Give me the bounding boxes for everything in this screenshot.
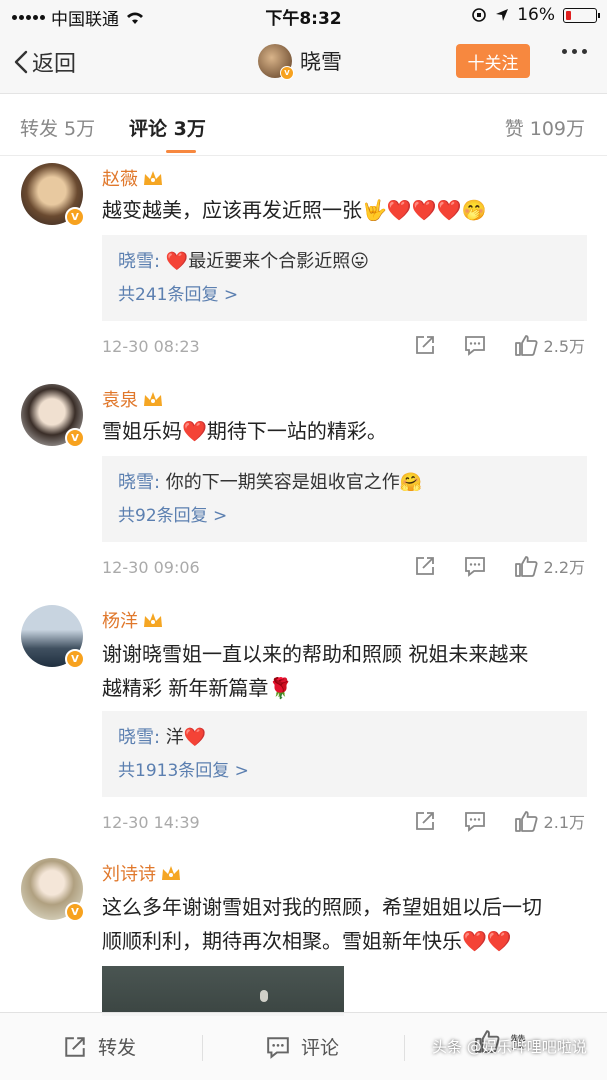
share-icon — [65, 1036, 85, 1057]
comment-icon[interactable] — [464, 555, 486, 577]
back-button[interactable]: 返回 — [14, 46, 76, 78]
comment-icon — [267, 1036, 289, 1059]
like-button[interactable]: 2.2万 — [514, 554, 585, 578]
nav-bar: 返回 V 晓雪 十关注 — [0, 32, 607, 94]
more-options-button[interactable] — [562, 49, 587, 54]
like-button[interactable]: 2.1万 — [514, 809, 585, 833]
like-button[interactable]: 2.5万 — [514, 333, 585, 357]
comment-text-line: 谢谢晓雪姐一直以来的帮助和照顾 祝姐未来越来 — [102, 642, 529, 666]
chevron-left-icon — [14, 50, 28, 74]
thumbs-up-icon — [514, 335, 538, 356]
username-label: 赵薇 — [102, 169, 138, 190]
comment-username[interactable]: 杨洋 — [102, 607, 164, 633]
rotation-lock-icon — [472, 8, 487, 22]
reply-text: 你的下一期笑容是姐收官之作🤗 — [160, 472, 423, 493]
avatar[interactable]: V — [21, 605, 85, 669]
comment-username[interactable]: 赵薇 — [102, 165, 164, 191]
avatar[interactable]: V — [21, 384, 85, 448]
comment-time: 12-30 08:23 — [102, 337, 200, 356]
tab-comment[interactable]: 评论 3万 — [129, 114, 206, 141]
tab-like[interactable]: 赞 109万 — [505, 114, 585, 141]
crown-icon — [162, 866, 180, 880]
like-count: 2.2万 — [543, 558, 585, 577]
like-count: 2.5万 — [543, 337, 585, 356]
share-icon[interactable] — [414, 555, 436, 577]
comment-username[interactable]: 刘诗诗 — [102, 860, 182, 886]
reply-count-link[interactable]: 共92条回复 > — [118, 500, 571, 532]
share-icon[interactable] — [414, 334, 436, 356]
reply-author[interactable]: 晓雪: — [118, 727, 160, 748]
verified-badge-icon: V — [65, 649, 85, 669]
thumbs-up-icon — [514, 811, 538, 832]
crown-icon — [144, 392, 162, 406]
reply-author[interactable]: 晓雪: — [118, 251, 160, 272]
comment-button[interactable]: 评论 — [265, 1033, 339, 1060]
comment-text: 雪姐乐妈❤️期待下一站的精彩。 — [102, 419, 387, 443]
tab-bar: 转发 5万 评论 3万 赞 109万 — [0, 94, 607, 156]
reply-text: ❤️最近要来个合影近照😛 — [160, 251, 369, 272]
comment-label: 评论 — [301, 1037, 340, 1059]
battery-percent: 16% — [517, 5, 555, 25]
repost-button[interactable]: 转发 — [62, 1033, 136, 1060]
active-tab-indicator — [166, 150, 196, 153]
verified-badge-icon: V — [65, 902, 85, 922]
comment-time: 12-30 14:39 — [102, 813, 200, 832]
verified-badge-icon: V — [65, 428, 85, 448]
watermark: 头条 @娱乐哔哩吧啦说 — [432, 1038, 587, 1056]
back-label: 返回 — [32, 52, 77, 77]
reply-text: 洋❤️ — [160, 727, 207, 748]
crown-icon — [144, 171, 162, 185]
comment-icon[interactable] — [464, 334, 486, 356]
comment-username[interactable]: 袁泉 — [102, 386, 164, 412]
divider — [404, 1035, 405, 1061]
comment-time: 12-30 09:06 — [102, 558, 200, 577]
reply-box[interactable]: 晓雪: ❤️最近要来个合影近照😛 共241条回复 > — [102, 235, 587, 321]
battery-icon — [563, 7, 600, 23]
username-label: 刘诗诗 — [102, 864, 156, 885]
username-label: 袁泉 — [102, 390, 138, 411]
location-icon — [496, 9, 509, 21]
comment-text-line: 越精彩 新年新篇章🌹 — [102, 676, 294, 700]
crown-icon — [144, 613, 162, 627]
reply-box[interactable]: 晓雪: 你的下一期笑容是姐收官之作🤗 共92条回复 > — [102, 456, 587, 542]
comment-text: 越变越美，应该再发近照一张🤟❤️❤️❤️🤭 — [102, 198, 487, 222]
thumbs-up-icon — [514, 556, 538, 577]
page-title: 晓雪 — [300, 50, 342, 74]
divider — [202, 1035, 203, 1061]
repost-label: 转发 — [98, 1037, 137, 1059]
reply-author[interactable]: 晓雪: — [118, 472, 160, 493]
verified-badge-icon: V — [65, 207, 85, 227]
comment-icon[interactable] — [464, 810, 486, 832]
follow-button[interactable]: 十关注 — [456, 44, 530, 78]
status-bar: 中国联通 下午8:32 16% — [0, 0, 607, 32]
share-icon[interactable] — [414, 810, 436, 832]
comment-photo[interactable] — [102, 966, 344, 1016]
reply-count-link[interactable]: 共1913条回复 > — [118, 755, 571, 787]
comment-text-line: 顺顺利利，期待再次相聚。雪姐新年快乐❤️❤️ — [102, 929, 512, 953]
avatar[interactable]: V — [21, 858, 85, 922]
username-label: 杨洋 — [102, 611, 138, 632]
avatar[interactable]: V — [21, 163, 85, 227]
avatar[interactable]: V — [258, 44, 294, 80]
nav-profile[interactable]: V 晓雪 — [258, 44, 342, 80]
like-count: 2.1万 — [543, 813, 585, 832]
comment-text-line: 这么多年谢谢雪姐对我的照顾，希望姐姐以后一切 — [102, 895, 542, 919]
reply-box[interactable]: 晓雪: 洋❤️ 共1913条回复 > — [102, 711, 587, 797]
tab-repost[interactable]: 转发 5万 — [20, 114, 95, 141]
reply-count-link[interactable]: 共241条回复 > — [118, 279, 571, 311]
